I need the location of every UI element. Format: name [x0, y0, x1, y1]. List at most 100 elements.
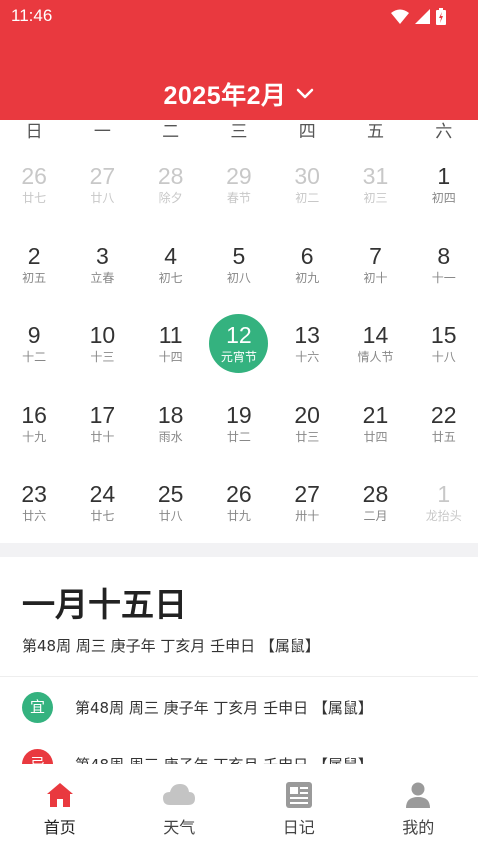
day-number: 28 — [157, 163, 184, 189]
app-header: 11:46 2025年2月 — [0, 0, 478, 120]
calendar-day[interactable]: 26 廿七 — [0, 150, 68, 230]
tab-weather[interactable]: 天气 — [120, 764, 240, 850]
lunar-label: 十六 — [295, 350, 320, 365]
calendar-day[interactable]: 1 龙抬头 — [410, 468, 478, 548]
calendar-day[interactable]: 22 廿五 — [410, 389, 478, 469]
day-number: 25 — [157, 481, 184, 508]
lunar-label: 二月 — [363, 509, 388, 524]
lunar-label: 廿三 — [295, 429, 320, 444]
calendar-day[interactable]: 20 廿三 — [273, 389, 341, 469]
lunar-label: 十一 — [431, 270, 456, 285]
calendar-day[interactable]: 29 春节 — [205, 150, 273, 230]
calendar-day[interactable]: 31 初三 — [341, 150, 409, 230]
lunar-label: 十二 — [22, 350, 47, 365]
tab-home[interactable]: 首页 — [0, 764, 120, 850]
calendar-day[interactable]: 19 廿二 — [205, 389, 273, 469]
lunar-label: 十四 — [158, 350, 183, 365]
calendar-day[interactable]: 28 二月 — [341, 468, 409, 548]
lunar-label: 初三 — [363, 191, 388, 205]
notebook-icon — [285, 782, 312, 808]
day-number: 11 — [158, 322, 183, 349]
calendar-day[interactable]: 5 初八 — [205, 230, 273, 310]
yi-text: 第48周 周三 庚子年 丁亥月 壬申日 【属鼠】 — [75, 699, 373, 717]
calendar-day[interactable]: 7 初十 — [341, 230, 409, 310]
calendar-day[interactable]: 26 廿九 — [205, 468, 273, 548]
day-number: 12 — [226, 322, 252, 349]
lunar-label: 十八 — [431, 350, 456, 365]
calendar-day[interactable]: 16 十九 — [0, 389, 68, 469]
lunar-label: 初五 — [22, 270, 47, 285]
lunar-label: 廿七 — [90, 509, 115, 524]
day-number: 16 — [21, 401, 47, 428]
calendar-day[interactable]: 1 初四 — [410, 150, 478, 230]
tab-mine[interactable]: 我的 — [359, 764, 478, 850]
calendar-week-row: 23 廿六 24 廿七 25 廿八 26 廿九 27 卅十 28 二月 1 龙抬头 — [0, 468, 478, 548]
tab-label: 日记 — [282, 818, 315, 837]
day-number: 28 — [362, 481, 389, 508]
day-number: 4 — [164, 242, 178, 269]
tab-diary[interactable]: 日记 — [239, 764, 359, 850]
calendar-day[interactable]: 14 情人节 — [341, 309, 409, 389]
day-number: 1 — [437, 163, 451, 189]
calendar-day[interactable]: 25 廿八 — [137, 468, 205, 548]
weekday-label: 日 — [25, 122, 43, 142]
day-number: 26 — [226, 481, 252, 508]
day-number: 29 — [226, 163, 252, 189]
yi-badge: 宜 — [22, 692, 53, 723]
calendar-day[interactable]: 3 立春 — [68, 230, 136, 310]
day-number: 10 — [89, 322, 116, 349]
calendar-day[interactable]: 15 十八 — [410, 309, 478, 389]
calendar-day[interactable]: 24 廿七 — [68, 468, 136, 548]
weekday-header: 日 一 二 三 四 五 六 — [0, 120, 478, 146]
calendar-day[interactable]: 27 廿八 — [68, 150, 136, 230]
calendar-day[interactable]: 8 十一 — [410, 230, 478, 310]
calendar-day[interactable]: 2 初五 — [0, 230, 68, 310]
lunar-label: 元宵节 — [220, 350, 257, 365]
day-number: 27 — [294, 481, 320, 508]
calendar-day[interactable]: 17 廿十 — [68, 389, 136, 469]
ji-row: 忌 第48周 周三 庚子年 丁亥月 壬申日 【属鼠】 — [0, 749, 478, 764]
day-number: 20 — [294, 401, 320, 428]
calendar-day[interactable]: 18 雨水 — [137, 389, 205, 469]
lunar-label: 春节 — [226, 191, 251, 205]
calendar-day-selected[interactable]: 12 元宵节 — [205, 309, 273, 389]
calendar-day[interactable]: 11 十四 — [137, 309, 205, 389]
day-number: 22 — [430, 401, 457, 428]
lunar-label: 廿二 — [226, 429, 251, 444]
calendar-day[interactable]: 23 廿六 — [0, 468, 68, 548]
calendar-day[interactable]: 27 卅十 — [273, 468, 341, 548]
lunar-label: 十三 — [90, 350, 115, 365]
lunar-label: 立春 — [90, 270, 115, 285]
bottom-tab-bar: 首页 天气 日记 我的 — [0, 764, 478, 850]
month-selector[interactable]: 2025年2月 — [0, 76, 478, 112]
day-number: 2 — [27, 242, 41, 269]
calendar-week-row: 9 十二 10 十三 11 十四 12 元宵节 13 十六 14 情人节 15 十八 — [0, 309, 478, 389]
calendar-day[interactable]: 10 十三 — [68, 309, 136, 389]
ji-badge: 忌 — [22, 749, 53, 764]
calendar-day[interactable]: 21 廿四 — [341, 389, 409, 469]
day-number: 23 — [21, 481, 47, 508]
lunar-label: 廿八 — [90, 191, 115, 205]
calendar-grid: 26 廿七 27 廿八 28 除夕 29 春节 30 初二 31 初三 1 初四 2 初五 3 立春 4 初七 5 初八 6… — [0, 150, 478, 548]
lunar-label: 廿七 — [22, 191, 47, 205]
calendar-day[interactable]: 30 初二 — [273, 150, 341, 230]
day-number: 24 — [89, 481, 116, 508]
yiji-list[interactable]: 宜 第48周 周三 庚子年 丁亥月 壬申日 【属鼠】 忌 第48周 周三 庚子年… — [0, 690, 478, 764]
divider — [0, 676, 478, 677]
calendar-day[interactable]: 4 初七 — [137, 230, 205, 310]
calendar-day[interactable]: 13 十六 — [273, 309, 341, 389]
calendar-week-row: 26 廿七 27 廿八 28 除夕 29 春节 30 初二 31 初三 1 初四 — [0, 150, 478, 230]
day-number: 13 — [294, 322, 320, 349]
weekday-label: 三 — [230, 122, 248, 142]
calendar-day[interactable]: 28 除夕 — [137, 150, 205, 230]
lunar-label: 雨水 — [158, 429, 183, 444]
calendar-day[interactable]: 9 十二 — [0, 309, 68, 389]
lunar-label: 龙抬头 — [425, 509, 462, 524]
calendar-day[interactable]: 6 初九 — [273, 230, 341, 310]
lunar-label: 廿八 — [158, 509, 183, 524]
lunar-label: 初二 — [295, 191, 320, 205]
tab-label: 首页 — [43, 818, 76, 837]
weekday-label: 一 — [93, 122, 111, 142]
ji-text: 第48周 周三 庚子年 丁亥月 壬申日 【属鼠】 — [75, 754, 373, 764]
day-number: 27 — [89, 163, 116, 189]
